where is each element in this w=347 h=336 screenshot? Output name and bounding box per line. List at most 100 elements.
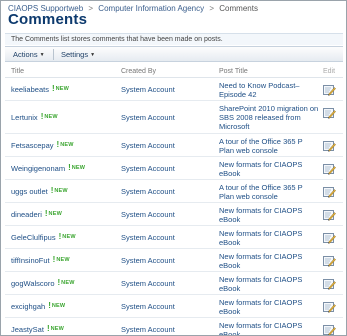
new-label: NEW bbox=[61, 280, 75, 286]
comment-title-link[interactable]: excighgah bbox=[11, 302, 45, 311]
edit-icon[interactable] bbox=[323, 231, 336, 244]
new-badge: ! NEW bbox=[59, 233, 76, 241]
new-badge: ! NEW bbox=[68, 164, 85, 172]
new-icon: ! bbox=[48, 301, 51, 310]
list-description: The Comments list stores comments that h… bbox=[5, 33, 343, 45]
new-icon: ! bbox=[57, 278, 61, 287]
edit-icon[interactable] bbox=[323, 300, 336, 313]
post-title-link[interactable]: New formats for CIAOPS eBook bbox=[219, 275, 319, 293]
title-cell: GeleClulfipus! NEW bbox=[11, 226, 76, 248]
post-title-link[interactable]: New formats for CIAOPS eBook bbox=[219, 298, 319, 316]
new-badge: ! NEW bbox=[53, 256, 70, 264]
table-row: GeleClulfipus! NEW System Account New forma… bbox=[5, 226, 343, 249]
comment-title-link[interactable]: JeastySat bbox=[11, 325, 44, 334]
new-icon: ! bbox=[50, 186, 54, 195]
new-badge: ! NEW bbox=[45, 210, 62, 218]
column-header-post-title[interactable]: Post Title bbox=[219, 66, 248, 78]
comment-title-link[interactable]: Weingigenonam bbox=[11, 164, 65, 173]
post-title-link[interactable]: A tour of the Office 365 P Plan web cons… bbox=[219, 183, 319, 201]
edit-icon[interactable] bbox=[323, 323, 336, 335]
comment-title-link[interactable]: Lertunix bbox=[11, 113, 38, 122]
new-label: NEW bbox=[62, 234, 76, 240]
post-title-link[interactable]: SharePoint 2010 migration on SBS 2008 re… bbox=[219, 104, 319, 131]
comment-title-link[interactable]: Fetsascepay bbox=[11, 141, 54, 150]
title-cell: uggs outlet! NEW bbox=[11, 180, 68, 202]
created-by-link[interactable]: System Account bbox=[121, 134, 175, 156]
new-icon: ! bbox=[44, 209, 48, 218]
edit-icon[interactable] bbox=[323, 185, 336, 198]
actions-menu[interactable]: Actions ▼ bbox=[13, 47, 45, 62]
created-by-link[interactable]: System Account bbox=[121, 249, 175, 271]
title-cell: Lertunix! NEW bbox=[11, 101, 58, 133]
new-label: NEW bbox=[54, 188, 68, 194]
table-row: gogWalscoro! NEW System Account New formats… bbox=[5, 272, 343, 295]
post-title-link[interactable]: New formats for CIAOPS eBook bbox=[219, 252, 319, 270]
chevron-down-icon: ▼ bbox=[90, 52, 96, 58]
toolbar-divider bbox=[53, 49, 54, 60]
new-icon: ! bbox=[51, 84, 55, 93]
edit-icon[interactable] bbox=[323, 139, 336, 152]
comment-title-link[interactable]: gogWalscoro bbox=[11, 279, 55, 288]
created-by-link[interactable]: System Account bbox=[121, 318, 175, 335]
post-title-link[interactable]: Need to Know Podcast– Episode 42 bbox=[219, 81, 319, 99]
created-by-link[interactable]: System Account bbox=[121, 78, 175, 100]
edit-icon[interactable] bbox=[323, 277, 336, 290]
new-label: NEW bbox=[60, 142, 74, 148]
comment-title-link[interactable]: keeliabeats bbox=[11, 85, 49, 94]
comment-title-link[interactable]: GeleClulfipus bbox=[11, 233, 56, 242]
table-row: keeliabeats! NEW System Account Need to Kno… bbox=[5, 78, 343, 101]
new-icon: ! bbox=[52, 255, 56, 264]
new-badge: ! NEW bbox=[52, 85, 69, 93]
chevron-down-icon: ▼ bbox=[39, 52, 45, 58]
new-badge: ! NEW bbox=[51, 187, 68, 195]
new-badge: ! NEW bbox=[47, 325, 64, 333]
post-title-link[interactable]: New formats for CIAOPS eBook bbox=[219, 321, 319, 335]
new-label: NEW bbox=[48, 211, 62, 217]
edit-icon[interactable] bbox=[323, 162, 336, 175]
new-label: NEW bbox=[71, 165, 86, 171]
created-by-link[interactable]: System Account bbox=[121, 101, 175, 133]
post-title-link[interactable]: New formats for CIAOPS eBook bbox=[219, 206, 319, 224]
table-row: uggs outlet! NEW System Account A tour of t… bbox=[5, 180, 343, 203]
table-row: excighgah! NEW System Account New formats f… bbox=[5, 295, 343, 318]
breadcrumb-link-subsite[interactable]: Computer Information Agency bbox=[98, 4, 204, 13]
comments-list-page: CIAOPS Supportweb > Computer Information… bbox=[0, 0, 347, 336]
comment-title-link[interactable]: tiffInsinoFut bbox=[11, 256, 50, 265]
created-by-link[interactable]: System Account bbox=[121, 272, 175, 294]
title-cell: JeastySat! NEW bbox=[11, 318, 64, 335]
title-cell: Fetsascepay! NEW bbox=[11, 134, 74, 156]
title-cell: tiffInsinoFut! NEW bbox=[11, 249, 70, 271]
new-icon: ! bbox=[68, 163, 71, 172]
breadcrumb-separator: > bbox=[88, 4, 94, 13]
table-row: Fetsascepay! NEW System Account A tour of t… bbox=[5, 134, 343, 157]
column-header-title[interactable]: Title bbox=[11, 66, 24, 78]
comment-title-link[interactable]: uggs outlet bbox=[11, 187, 48, 196]
new-label: NEW bbox=[44, 114, 58, 120]
title-cell: Weingigenonam! NEW bbox=[11, 157, 85, 179]
title-cell: keeliabeats! NEW bbox=[11, 78, 69, 100]
column-header-created-by[interactable]: Created By bbox=[121, 66, 156, 78]
new-badge: ! NEW bbox=[41, 113, 58, 121]
post-title-link[interactable]: New formats for CIAOPS eBook bbox=[219, 160, 319, 178]
created-by-link[interactable]: System Account bbox=[121, 226, 175, 248]
created-by-link[interactable]: System Account bbox=[121, 157, 175, 179]
breadcrumb-current: Comments bbox=[219, 4, 258, 13]
new-label: NEW bbox=[50, 326, 65, 332]
edit-icon[interactable] bbox=[323, 83, 336, 96]
created-by-link[interactable]: System Account bbox=[121, 180, 175, 202]
new-icon: ! bbox=[56, 140, 60, 149]
table-row: Lertunix! NEW System Account SharePoint 201… bbox=[5, 101, 343, 134]
created-by-link[interactable]: System Account bbox=[121, 295, 175, 317]
table-row: dineaderi! NEW System Account New formats f… bbox=[5, 203, 343, 226]
post-title-link[interactable]: A tour of the Office 365 P Plan web cons… bbox=[219, 137, 319, 155]
new-badge: ! NEW bbox=[58, 279, 75, 287]
table-row: JeastySat! NEW System Account New formats f… bbox=[5, 318, 343, 335]
post-title-link[interactable]: New formats for CIAOPS eBook bbox=[219, 229, 319, 247]
settings-menu[interactable]: Settings ▼ bbox=[61, 47, 95, 62]
created-by-link[interactable]: System Account bbox=[121, 203, 175, 225]
edit-icon[interactable] bbox=[323, 106, 336, 119]
edit-icon[interactable] bbox=[323, 254, 336, 267]
comment-title-link[interactable]: dineaderi bbox=[11, 210, 42, 219]
edit-icon[interactable] bbox=[323, 208, 336, 221]
table-row: Weingigenonam! NEW System Account New forma… bbox=[5, 157, 343, 180]
